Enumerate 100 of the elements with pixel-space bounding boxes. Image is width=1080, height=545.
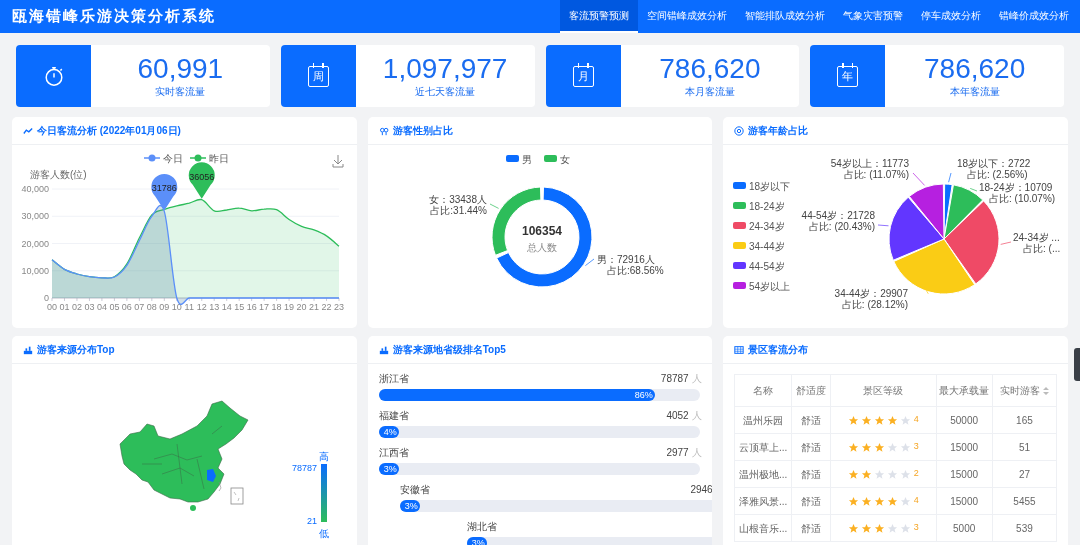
leader-line [970, 188, 978, 192]
filled-star-icon [847, 468, 859, 480]
filled-star-icon [860, 522, 872, 534]
slice-label: 18-24岁：10709 [979, 182, 1053, 193]
visitor-count: 78787 [660, 372, 689, 386]
unit-label: 人 [691, 372, 702, 386]
leader-line [913, 172, 926, 186]
legend-label: 78787 [291, 463, 317, 473]
filled-star-icon [847, 441, 859, 453]
legend-label: 34-44岁 [749, 241, 785, 252]
download-icon[interactable] [332, 154, 344, 168]
slice-label: 占比: (... [1023, 243, 1061, 254]
slice-label: 占比: (20.43%) [809, 221, 876, 232]
axis-tick-label: 09 [159, 302, 170, 312]
nav-tab[interactable]: 气象灾害预警 [834, 0, 912, 33]
visitor-count: 2977 [666, 446, 689, 460]
legend-label: 24-34岁 [749, 221, 785, 232]
slice-label: 女：33438人 [428, 194, 487, 205]
axis-tick-label: 00 [47, 302, 57, 312]
percent-label: 86% [634, 390, 653, 400]
axis-tick-label: 08 [146, 302, 157, 312]
stat-label: 实时客流量 [155, 84, 206, 99]
table-cell: 舒适 [791, 433, 831, 461]
percent-label: 3% [471, 538, 485, 545]
legend-label: 女 [559, 154, 570, 165]
nav-tab[interactable]: 智能排队成效分析 [736, 0, 834, 33]
axis-tick-label: 06 [121, 302, 132, 312]
sort-icon[interactable] [1042, 387, 1049, 396]
column-header: 最大承载量 [939, 385, 990, 396]
table-cell: 50000 [936, 406, 993, 434]
slice-label: 18岁以下：2722 [957, 158, 1031, 169]
axis-tick-label: 20,000 [21, 238, 49, 249]
filled-star-icon [847, 495, 859, 507]
empty-star-icon [899, 468, 911, 480]
empty-star-icon [899, 441, 911, 453]
pin-label: 31786 [151, 183, 177, 194]
filled-star-icon [886, 495, 898, 507]
people-icon [378, 125, 389, 136]
legend-label: 44-54岁 [749, 261, 785, 272]
axis-tick-label: 40,000 [21, 184, 49, 194]
panel-title: 游客性别占比 [392, 124, 453, 138]
table-cell: 165 [992, 406, 1057, 434]
table-cell: 539 [992, 514, 1057, 542]
legend-label: 男 [521, 154, 532, 165]
nav-tab[interactable]: 错峰价成效分析 [990, 0, 1078, 33]
nav-tab[interactable]: 空间错峰成效分析 [638, 0, 736, 33]
column-header: 景区等级 [863, 385, 904, 396]
slice-label: 占比: (28.12%) [842, 299, 909, 310]
legend-label: 低 [319, 528, 329, 539]
table-cell: 27 [992, 460, 1057, 488]
percent-label: 4% [383, 427, 397, 437]
legend-marker-icon [143, 154, 161, 162]
bar-chart-icon [378, 344, 389, 355]
empty-star-icon [873, 468, 885, 480]
axis-tick-label: 23 [334, 302, 344, 312]
legend-swatch [543, 155, 557, 162]
slice-label: 占比: (2.56%) [967, 169, 1028, 180]
filled-star-icon [860, 495, 872, 507]
visitor-count: 2946 [690, 483, 713, 497]
trend-icon [23, 125, 33, 136]
table-cell: 15000 [936, 487, 993, 515]
legend-label: 54岁以上 [749, 281, 791, 292]
stat-value: 60,991 [137, 53, 224, 84]
table-icon [734, 344, 745, 355]
filled-star-icon [873, 495, 885, 507]
table-cell: 5000 [936, 514, 993, 542]
axis-tick-label: 01 [59, 302, 70, 312]
axis-tick-label: 22 [321, 302, 332, 312]
nav-tab[interactable]: 停车成效分析 [912, 0, 990, 33]
axis-tick-label: 21 [309, 302, 320, 312]
axis-tick-label: 19 [284, 302, 295, 312]
unit-label: 人 [691, 409, 702, 423]
slice-label: 24-34岁 ... [1013, 232, 1061, 243]
side-handle[interactable] [1074, 348, 1080, 381]
column-header: 名称 [753, 385, 774, 396]
legend-swatch [733, 182, 747, 189]
axis-title: 游客人数(位) [30, 169, 87, 180]
calendar-icon-label: 年 [842, 70, 854, 82]
axis-tick-label: 13 [209, 302, 220, 312]
filled-star-icon [873, 522, 885, 534]
center-label: 总人数 [526, 242, 557, 253]
slice-label: 54岁以上：11773 [831, 158, 910, 169]
leader-line [584, 258, 594, 266]
rating-value: 4 [913, 494, 919, 508]
leader-line [878, 224, 890, 227]
empty-star-icon [886, 441, 898, 453]
legend-marker-icon [189, 154, 207, 162]
stat-label: 本年客流量 [949, 84, 1000, 99]
nav-tab[interactable]: 客流预警预测 [560, 0, 638, 33]
table-cell: 15000 [936, 433, 993, 461]
stat-value: 786,620 [659, 53, 761, 84]
leader-line [948, 172, 952, 183]
pin-marker [151, 174, 178, 211]
filled-star-icon [860, 414, 872, 426]
axis-tick-label: 12 [196, 302, 207, 312]
visitor-count: 4052 [666, 409, 689, 423]
panel-title: 游客年龄占比 [748, 124, 809, 138]
table-cell: 舒适 [791, 406, 831, 434]
stat-label: 本月客流量 [684, 84, 735, 99]
empty-star-icon [886, 522, 898, 534]
